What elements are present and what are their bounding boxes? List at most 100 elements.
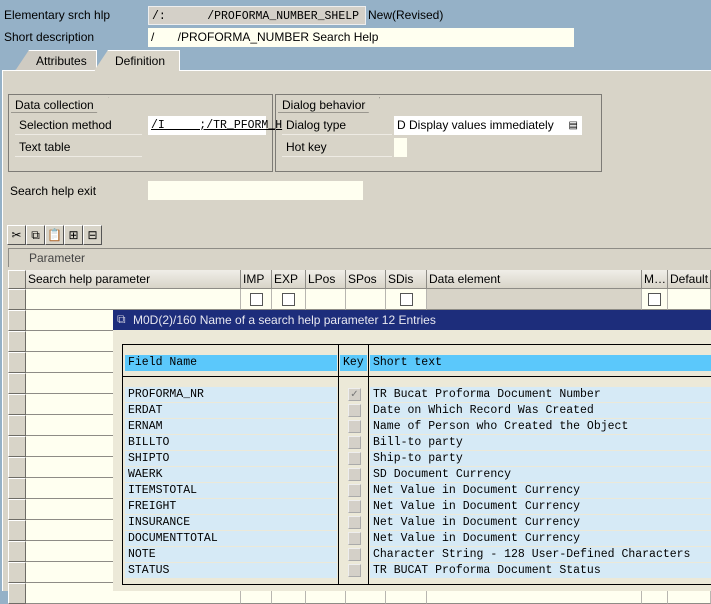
checkbox[interactable] — [282, 293, 295, 306]
row-selector[interactable] — [8, 310, 26, 331]
field-name-cell[interactable]: WAERK — [125, 467, 337, 482]
dialog-type-select[interactable]: D Display values immediately ▤ — [394, 116, 582, 135]
short-desc-input[interactable]: / /PROFORMA_NUMBER Search Help — [148, 28, 574, 47]
row-selector[interactable] — [8, 583, 26, 604]
short-text-cell[interactable]: Bill-to party — [370, 435, 711, 450]
short-text-cell[interactable]: Ship-to party — [370, 451, 711, 466]
table-cell[interactable] — [306, 289, 346, 310]
popup-title[interactable]: M0D(2)/160 Name of a search help paramet… — [113, 310, 711, 330]
column-header[interactable]: LPos — [306, 270, 346, 289]
row-selector[interactable] — [8, 352, 26, 373]
checkbox[interactable] — [250, 293, 263, 306]
status-text: New(Revised) — [368, 8, 444, 22]
key-checkbox — [348, 516, 361, 529]
cut-button[interactable]: ✂ — [7, 225, 26, 245]
short-text-cell[interactable]: Net Value in Document Currency — [370, 483, 711, 498]
key-checkbox: ✓ — [348, 388, 361, 401]
dialog-type-label: Dialog type — [282, 116, 392, 135]
key-checkbox — [348, 500, 361, 513]
row-selector[interactable] — [8, 499, 26, 520]
short-text-cell[interactable]: TR BUCAT Proforma Document Status — [370, 563, 711, 578]
field-name-cell[interactable]: ERNAM — [125, 419, 337, 434]
copy-button[interactable]: ⧉ — [26, 225, 45, 245]
short-text-cell[interactable]: Date on Which Record Was Created — [370, 403, 711, 418]
field-name-cell[interactable]: STATUS — [125, 563, 337, 578]
field-name-cell[interactable]: PROFORMA_NR — [125, 387, 337, 402]
search-help-exit-input[interactable] — [148, 181, 363, 200]
col-field-name[interactable]: Field Name — [125, 355, 337, 371]
table-cell[interactable] — [386, 289, 427, 310]
row-selector[interactable] — [8, 457, 26, 478]
checkbox[interactable] — [400, 293, 413, 306]
table-cell[interactable] — [26, 289, 241, 310]
field-name-cell[interactable]: BILLTO — [125, 435, 337, 450]
column-header[interactable]: Default — [668, 270, 711, 289]
field-name-cell[interactable]: INSURANCE — [125, 515, 337, 530]
field-name-cell[interactable]: FREIGHT — [125, 499, 337, 514]
data-collection-title: Data collection — [11, 97, 109, 113]
field-name-cell[interactable]: ERDAT — [125, 403, 337, 418]
popup-window-icon: ⧉ — [117, 312, 126, 326]
column-header[interactable]: Data element — [427, 270, 642, 289]
selection-method-input[interactable]: /I ;/TR_PFORM_H — [148, 116, 282, 135]
field-name-cell[interactable]: ITEMSTOTAL — [125, 483, 337, 498]
table-cell[interactable] — [272, 289, 306, 310]
short-text-cell[interactable]: Net Value in Document Currency — [370, 515, 711, 530]
key-checkbox — [348, 548, 361, 561]
short-text-cell[interactable]: Name of Person who Created the Object — [370, 419, 711, 434]
short-text-cell[interactable]: Net Value in Document Currency — [370, 531, 711, 546]
select-all-button[interactable] — [8, 270, 26, 289]
column-header[interactable]: M… — [642, 270, 668, 289]
row-selector[interactable] — [8, 478, 26, 499]
key-checkbox — [348, 452, 361, 465]
cut-icon: ✂ — [11, 228, 22, 242]
data-collection-group: Data collection Selection method /I ;/TR… — [8, 94, 282, 172]
row-selector[interactable] — [8, 289, 26, 310]
table-cell[interactable] — [241, 289, 272, 310]
row-selector[interactable] — [8, 394, 26, 415]
row-selector[interactable] — [8, 541, 26, 562]
column-header[interactable]: SDis — [386, 270, 427, 289]
column-header[interactable]: EXP — [272, 270, 306, 289]
table-cell[interactable] — [427, 289, 642, 310]
delete-row-icon: ⊟ — [87, 228, 98, 242]
table-cell[interactable] — [642, 289, 668, 310]
srch-hlp-label: Elementary srch hlp — [4, 8, 111, 22]
srch-hlp-field: /: /PROFORMA_NUMBER_SHELP — [148, 6, 366, 25]
column-header[interactable]: IMP — [241, 270, 272, 289]
column-header[interactable]: Search help parameter — [26, 270, 241, 289]
tab-definition[interactable]: Definition — [94, 50, 180, 71]
column-header[interactable]: SPos — [346, 270, 386, 289]
short-text-cell[interactable]: TR Bucat Proforma Document Number — [370, 387, 711, 402]
delete-row-button[interactable]: ⊟ — [83, 225, 102, 245]
short-text-cell[interactable]: SD Document Currency — [370, 467, 711, 482]
insert-row-button[interactable]: ⊞ — [64, 225, 83, 245]
row-selector[interactable] — [8, 436, 26, 457]
short-text-cell[interactable]: Net Value in Document Currency — [370, 499, 711, 514]
col-key[interactable]: Key — [340, 355, 367, 371]
row-selector[interactable] — [8, 331, 26, 352]
parameter-section-title: Parameter — [8, 248, 711, 267]
col-short-text[interactable]: Short text — [370, 355, 711, 371]
table-cell[interactable] — [346, 289, 386, 310]
key-checkbox — [348, 532, 361, 545]
row-selector[interactable] — [8, 373, 26, 394]
hot-key-input[interactable] — [394, 138, 407, 157]
checkbox[interactable] — [648, 293, 661, 306]
table-cell[interactable] — [668, 289, 711, 310]
field-name-cell[interactable]: SHIPTO — [125, 451, 337, 466]
key-checkbox — [348, 564, 361, 577]
tab-attributes[interactable]: Attributes — [15, 50, 97, 71]
row-selector[interactable] — [8, 415, 26, 436]
field-name-cell[interactable]: DOCUMENTTOTAL — [125, 531, 337, 546]
text-table-label: Text table — [15, 138, 142, 157]
row-selector[interactable] — [8, 562, 26, 583]
paste-button[interactable]: 📋 — [45, 225, 64, 245]
value-help-popup: M0D(2)/160 Name of a search help paramet… — [113, 310, 711, 591]
dropdown-icon[interactable]: ▤ — [569, 116, 578, 135]
row-selector[interactable] — [8, 520, 26, 541]
insert-row-icon: ⊞ — [68, 228, 79, 242]
field-name-cell[interactable]: NOTE — [125, 547, 337, 562]
selection-method-label: Selection method — [15, 116, 142, 135]
short-text-cell[interactable]: Character String - 128 User-Defined Char… — [370, 547, 711, 562]
